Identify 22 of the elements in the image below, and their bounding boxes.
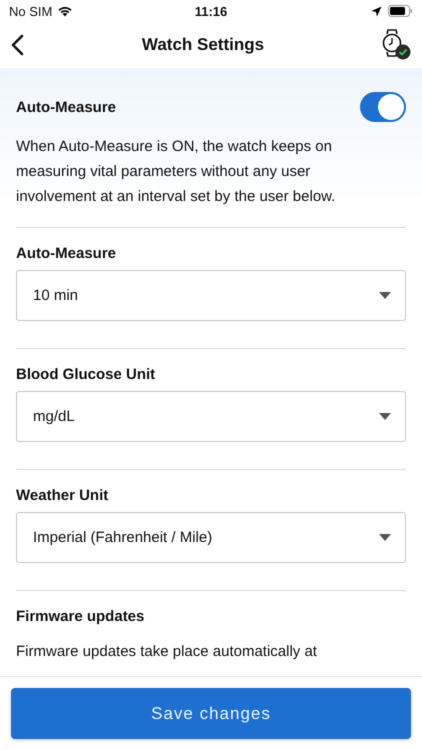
setting-title: Weather Unit — [16, 487, 110, 504]
caret-icon — [379, 534, 391, 541]
wifi-icon — [57, 5, 74, 17]
setting-title: Auto-Measure — [16, 245, 118, 262]
watch-icon — [382, 29, 402, 57]
caret-icon — [379, 413, 391, 420]
setting-description: When Auto-Measure is ON, the watch keeps on measuring vital parameters without any user involvement at an interval set by the user below. — [16, 137, 336, 207]
dropdown-field[interactable]: mg/dL — [16, 391, 406, 442]
caret-icon — [379, 292, 391, 299]
setting-description: Firmware updates take place automatically at — [16, 642, 318, 662]
battery-icon — [388, 5, 414, 17]
carrier-label: No SIM — [9, 4, 52, 18]
dropdown-field[interactable]: Imperial (Fahrenheit / Mile) — [16, 512, 406, 563]
setting-title: Blood Glucose Unit — [16, 366, 156, 383]
dropdown-field[interactable]: 10 min — [16, 270, 406, 321]
setting-title: Firmware updates — [16, 608, 146, 625]
setting-title: Auto-Measure — [16, 98, 116, 116]
toggle-switch[interactable] — [360, 92, 406, 122]
clock-time: 11:16 — [194, 4, 228, 18]
screen-title: Watch Settings — [140, 35, 266, 55]
location-icon — [371, 6, 382, 16]
save-button[interactable]: Save changes — [11, 688, 411, 739]
